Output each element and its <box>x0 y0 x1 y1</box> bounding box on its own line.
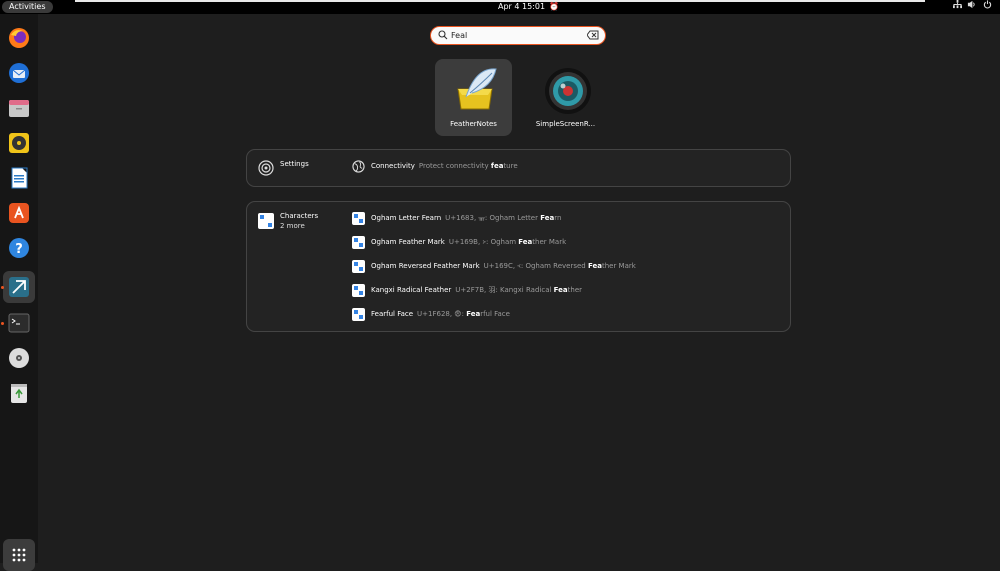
result-description: Protect connectivity feature <box>418 162 518 170</box>
result-title: Ogham Reversed Feather Mark <box>371 262 480 270</box>
app-center-icon[interactable] <box>3 197 35 229</box>
top-bar: Activities Apr 4 15:01 ⏰ <box>0 0 1000 14</box>
activities-button[interactable]: Activities <box>2 1 53 13</box>
running-indicator <box>1 322 4 325</box>
clear-search-icon[interactable] <box>587 30 599 40</box>
app-result-feathernotes[interactable]: FeatherNotes <box>435 59 512 136</box>
disc-icon[interactable] <box>3 342 35 374</box>
trash-icon[interactable] <box>3 377 35 409</box>
dock: ? <box>0 14 38 571</box>
svg-text:?: ? <box>15 242 23 257</box>
thunderbird-icon[interactable] <box>3 57 35 89</box>
result-title: Fearful Face <box>371 310 414 318</box>
character-result[interactable]: Ogham Reversed Feather Mark U+169C, ᚜: O… <box>352 259 636 273</box>
clock[interactable]: Apr 4 15:01 <box>498 0 545 14</box>
provider-name: Characters <box>280 212 319 220</box>
show-apps-button[interactable] <box>3 539 35 571</box>
app-active-icon[interactable] <box>1 271 35 303</box>
app-label: SimpleScreenR... <box>535 120 596 128</box>
settings-result-connectivity[interactable]: Connectivity Protect connectivity featur… <box>352 159 518 173</box>
character-result[interactable]: Ogham Feather Mark U+169B, ᚛: Ogham Feat… <box>352 235 566 249</box>
network-icon[interactable] <box>953 0 962 14</box>
character-icon <box>352 307 365 321</box>
characters-results-panel: Characters 2 more Ogham Letter Fearn U+1… <box>246 201 791 332</box>
provider-name: Settings <box>280 160 309 168</box>
settings-icon <box>258 160 274 176</box>
result-title: Connectivity <box>371 162 415 170</box>
search-input[interactable] <box>451 28 581 42</box>
alarm-icon[interactable]: ⏰ <box>549 0 559 14</box>
result-description: U+169C, ᚜: Ogham Reversed Feather Mark <box>483 262 636 270</box>
rhythmbox-icon[interactable] <box>3 127 35 159</box>
search-icon <box>438 30 448 40</box>
character-icon <box>352 259 365 273</box>
settings-results-panel: Settings Connectivity Protect connectivi… <box>246 149 791 187</box>
result-description: U+1683, ᚃ: Ogham Letter Fearn <box>445 214 562 222</box>
search-field[interactable] <box>430 26 606 45</box>
character-result[interactable]: Fearful Face U+1F628, 😨: Fearful Face <box>352 307 510 321</box>
running-indicator <box>1 286 4 289</box>
result-title: Kangxi Radical Feather <box>371 286 452 294</box>
result-description: U+2F7B, ⽻: Kangxi Radical Feather <box>455 286 583 294</box>
characters-icon <box>258 213 274 229</box>
result-description: U+169B, ᚛: Ogham Feather Mark <box>448 238 567 246</box>
firefox-icon[interactable] <box>3 22 35 54</box>
character-icon <box>352 211 365 225</box>
result-description: U+1F628, 😨: Fearful Face <box>417 310 510 318</box>
result-title: Ogham Letter Fearn <box>371 214 442 222</box>
files-icon[interactable] <box>3 92 35 124</box>
character-icon <box>352 283 365 297</box>
character-icon <box>352 235 365 249</box>
feathernotes-icon <box>457 68 497 110</box>
help-icon[interactable]: ? <box>3 232 35 264</box>
character-result[interactable]: Ogham Letter Fearn U+1683, ᚃ: Ogham Lett… <box>352 211 561 225</box>
terminal-icon[interactable] <box>1 307 35 339</box>
app-result-simplescreenrecorder[interactable]: SimpleScreenR... <box>527 59 604 136</box>
more-results-link[interactable]: 2 more <box>280 222 305 230</box>
globe-icon <box>352 159 365 173</box>
result-title: Ogham Feather Mark <box>371 238 445 246</box>
grid-icon <box>12 548 26 562</box>
app-label: FeatherNotes <box>450 120 497 128</box>
volume-icon[interactable] <box>967 0 976 14</box>
power-icon[interactable] <box>983 0 992 14</box>
libreoffice-writer-icon[interactable] <box>3 162 35 194</box>
simplescreenrecorder-icon <box>545 68 591 114</box>
character-result[interactable]: Kangxi Radical Feather U+2F7B, ⽻: Kangxi… <box>352 283 582 297</box>
